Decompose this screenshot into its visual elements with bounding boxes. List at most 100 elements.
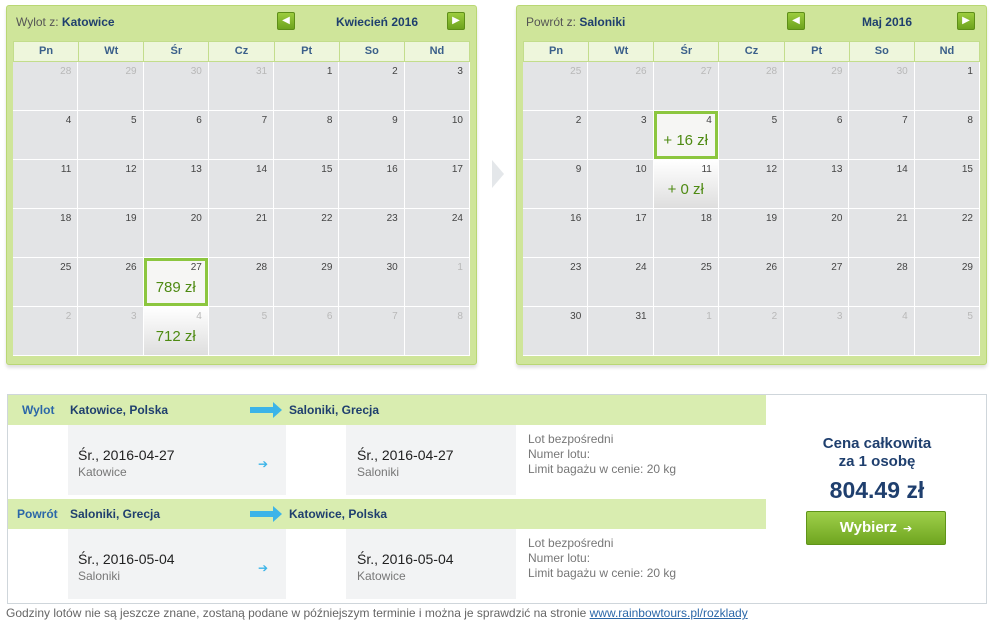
weekday-label: Nd	[939, 45, 955, 57]
day-cell: 3	[784, 307, 850, 356]
day-number: 11	[701, 164, 712, 175]
day-number: 3	[457, 66, 463, 77]
day-number: 22	[321, 213, 333, 224]
day-price: 789 zł	[155, 279, 196, 296]
day-number: 30	[386, 262, 398, 273]
day-number: 5	[771, 115, 778, 126]
calendar-week: 30 31 1 2 3 4 5	[523, 307, 980, 356]
departure-city: Katowice	[61, 15, 115, 29]
day-cell: 27	[784, 258, 850, 307]
day-number: 8	[457, 311, 463, 322]
chevron-right-icon	[492, 160, 504, 188]
departure-calendar: Wylot z: Katowice ◀ Kwiecień 2016 ▶ Pn Wt…	[6, 5, 477, 365]
day-cell: 2	[13, 307, 79, 356]
choose-button[interactable]: Wybierz ➔	[806, 511, 946, 545]
day-number: 19	[125, 213, 137, 224]
day-number: 29	[961, 262, 973, 273]
departure-month-title: Kwiecień 2016	[335, 15, 419, 29]
schedule-link[interactable]: www.rainbowtours.pl/rozklady	[590, 606, 748, 620]
calendar-week: 25 26 27 28 29 30 1	[523, 62, 980, 111]
day-cell: 27	[653, 62, 719, 111]
total-label: Cena całkowita	[822, 435, 932, 452]
day-number: 30	[570, 311, 582, 322]
day-number: 2	[392, 66, 398, 77]
day-number: 19	[766, 213, 778, 224]
day-cell: 22	[914, 209, 980, 258]
calendar-week: 23 24 25 26 27 28 29	[523, 258, 980, 307]
prev-month-button[interactable]: ◀	[787, 12, 805, 30]
day-cell: 2	[339, 62, 405, 111]
day-cell: 28	[718, 62, 785, 111]
day-cell: 26	[588, 62, 654, 111]
day-cell: 3	[588, 111, 654, 160]
day-number: 15	[961, 164, 973, 175]
inbound-arr-date: Śr., 2016-05-04	[357, 551, 454, 567]
day-number: 28	[256, 262, 268, 273]
day-number: 1	[967, 66, 973, 77]
day-cell: 25	[523, 62, 589, 111]
day-number: 29	[831, 66, 843, 77]
day-number: 2	[771, 311, 778, 322]
available-day-cell[interactable]: 4 712 zł	[143, 307, 209, 356]
day-number: 5	[261, 311, 268, 322]
day-price: 712 zł	[155, 328, 196, 345]
day-cell: 6	[143, 111, 209, 160]
day-cell: 9	[523, 160, 589, 209]
day-number: 30	[190, 66, 202, 77]
day-number: 8	[967, 115, 973, 126]
prev-month-button[interactable]: ◀	[277, 12, 295, 30]
weekday-label: Śr	[654, 42, 720, 61]
weekday-label: Pt	[275, 42, 340, 61]
day-cell: 29	[914, 258, 980, 307]
day-number: 1	[457, 262, 463, 273]
day-cell: 4	[13, 111, 79, 160]
arrow-right-icon	[250, 506, 282, 522]
day-cell: 8	[404, 307, 470, 356]
day-cell: 29	[274, 258, 340, 307]
available-day-cell[interactable]: 11 + 0 zł	[653, 160, 719, 209]
day-cell: 28	[208, 258, 275, 307]
day-cell: 24	[404, 209, 470, 258]
price-summary: Cena całkowita za 1 osobę 804.49 zł Wybi…	[768, 395, 986, 603]
day-cell: 26	[78, 258, 144, 307]
arrow-right-icon: ➔	[258, 561, 269, 575]
selected-day-cell[interactable]: 4 + 16 zł	[653, 111, 719, 160]
day-number: 18	[60, 213, 72, 224]
day-number: 9	[392, 115, 398, 126]
flight-selector: Wylot z: Katowice ◀ Kwiecień 2016 ▶ Pn Wt…	[0, 0, 992, 626]
day-cell: 3	[404, 62, 470, 111]
day-number: 28	[896, 262, 908, 273]
departure-label: Wylot z: Katowice	[16, 15, 115, 29]
day-cell: 17	[588, 209, 654, 258]
day-number: 15	[321, 164, 333, 175]
day-cell: 16	[339, 160, 405, 209]
day-number: 27	[831, 262, 843, 273]
selected-day-cell[interactable]: 27 789 zł	[143, 258, 209, 307]
day-number: 24	[451, 213, 463, 224]
day-cell: 30	[849, 62, 915, 111]
departure-calendar-header: Wylot z: Katowice ◀ Kwiecień 2016 ▶	[7, 6, 476, 38]
inbound-arr-city: Katowice	[357, 569, 406, 583]
day-cell: 18	[13, 209, 79, 258]
day-cell: 5	[208, 307, 275, 356]
weekday-label: Pn	[14, 42, 80, 61]
day-number: 6	[836, 115, 843, 126]
weekday-label: Pt	[785, 42, 850, 61]
day-number: 26	[125, 262, 137, 273]
day-cell: 4	[849, 307, 915, 356]
day-number: 24	[635, 262, 647, 273]
day-cell: 2	[718, 307, 785, 356]
day-number: 1	[706, 311, 712, 322]
day-cell: 23	[339, 209, 405, 258]
weekday-label: Wt	[589, 42, 655, 61]
calendar-week: 11 12 13 14 15 16 17	[13, 160, 470, 209]
day-cell: 30	[339, 258, 405, 307]
next-month-button[interactable]: ▶	[957, 12, 975, 30]
day-cell: 17	[404, 160, 470, 209]
next-month-button[interactable]: ▶	[447, 12, 465, 30]
day-number: 16	[570, 213, 582, 224]
day-number: 29	[321, 262, 333, 273]
day-cell: 1	[653, 307, 719, 356]
arrow-right-icon: ➔	[903, 523, 913, 535]
day-number: 18	[700, 213, 712, 224]
